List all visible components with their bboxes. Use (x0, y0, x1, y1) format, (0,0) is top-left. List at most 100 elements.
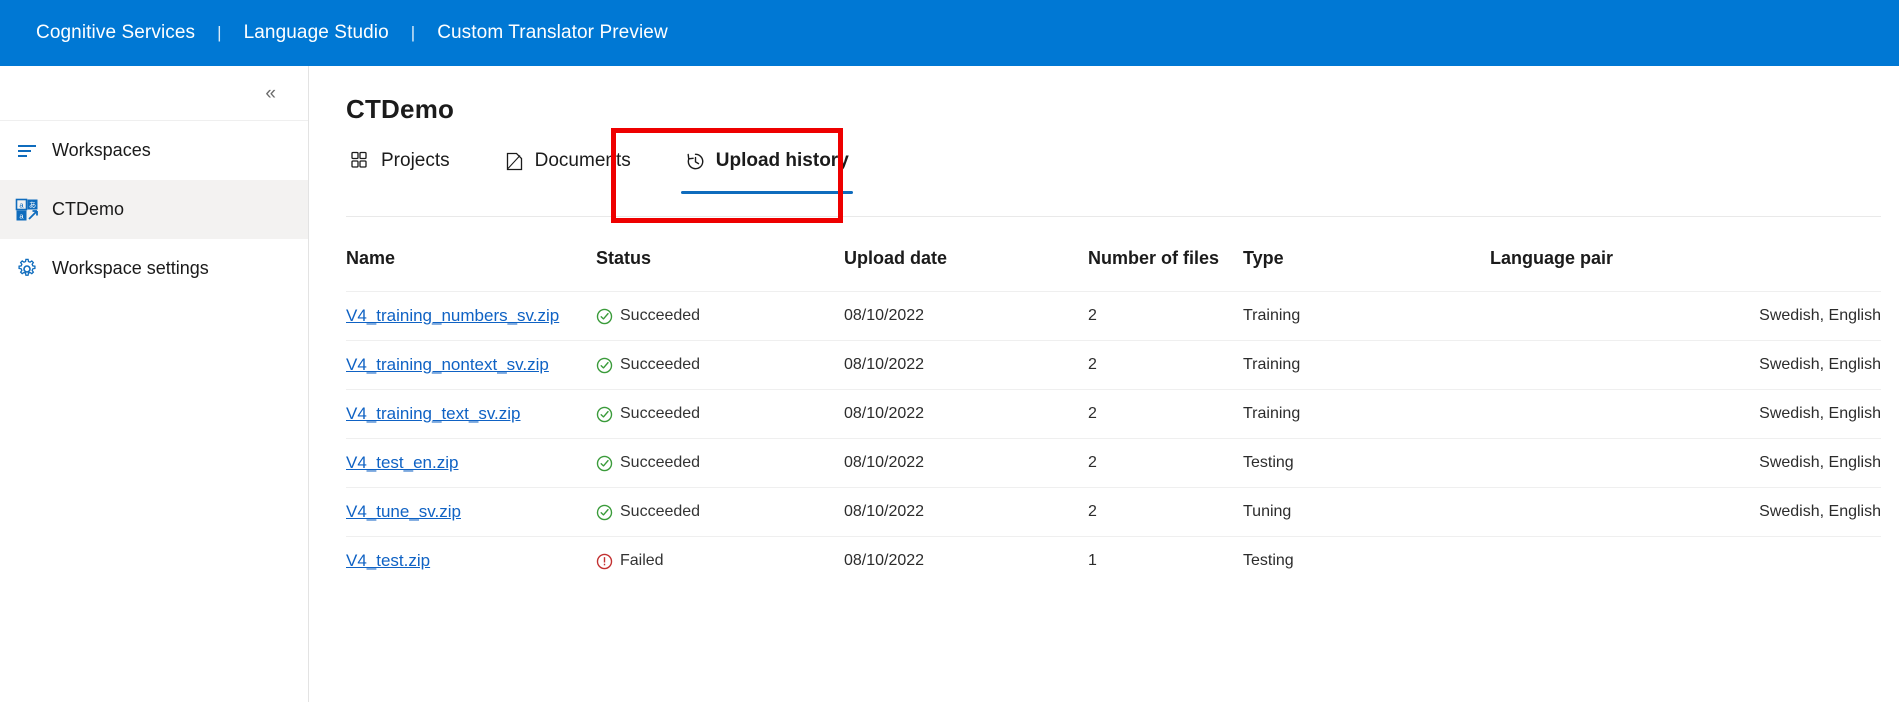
sidebar-item-workspaces[interactable]: Workspaces (0, 121, 308, 180)
cell-type: Training (1243, 340, 1490, 390)
status-label: Succeeded (620, 356, 701, 373)
success-check-icon (596, 504, 613, 520)
sidebar-item-label: CTDemo (52, 199, 125, 219)
cell-number-of-files: 2 (1088, 487, 1243, 537)
success-check-icon (596, 455, 613, 471)
file-name-link[interactable]: V4_training_numbers_sv.zip (346, 306, 559, 325)
file-name-link[interactable]: V4_test.zip (346, 551, 430, 570)
sidebar: « Workspaces a あ a CTDemo Workspace sett… (0, 66, 309, 702)
sidebar-item-ctdemo[interactable]: a あ a CTDemo (0, 180, 308, 239)
page-title: CTDemo (346, 94, 455, 124)
tab-bar: Projects Documents Upload history (344, 141, 897, 201)
error-exclamation-icon (596, 553, 613, 569)
cell-upload-date: 08/10/2022 (844, 438, 1088, 488)
breadcrumb-custom-translator-preview[interactable]: Custom Translator Preview (437, 22, 668, 44)
cell-upload-date: 08/10/2022 (844, 291, 1088, 341)
status-label: Succeeded (620, 405, 701, 422)
table-header-row: Name Status Upload date Number of files … (346, 248, 1881, 292)
cell-type: Tuning (1243, 487, 1490, 537)
cell-number-of-files: 1 (1088, 536, 1243, 585)
table-row: V4_training_nontext_sv.zip Succeeded 08/10… (346, 340, 1881, 390)
cell-language-pair: Swedish, English (1490, 340, 1881, 390)
tab-upload-history[interactable]: Upload history (679, 141, 855, 194)
cell-status: Succeeded (596, 438, 844, 488)
status-label: Succeeded (620, 454, 701, 471)
table-row: V4_test.zip Failed 08/10/2022 1 Testing (346, 536, 1881, 585)
cell-status: Succeeded (596, 340, 844, 390)
cell-status: Succeeded (596, 389, 844, 439)
cell-upload-date: 08/10/2022 (844, 487, 1088, 537)
success-check-icon (596, 406, 613, 422)
tab-label: Documents (534, 150, 631, 171)
column-header-number-of-files[interactable]: Number of files (1088, 248, 1243, 292)
cell-type: Testing (1243, 536, 1490, 585)
cell-type: Testing (1243, 438, 1490, 488)
cell-language-pair: Swedish, English (1490, 389, 1881, 439)
cell-upload-date: 08/10/2022 (844, 536, 1088, 585)
table-row: V4_test_en.zip Succeeded 08/10/2022 2 Testin… (346, 438, 1881, 488)
status-label: Succeeded (620, 307, 701, 324)
cell-status: Succeeded (596, 291, 844, 341)
status-label: Failed (620, 552, 664, 569)
documents-icon (504, 150, 526, 172)
cell-language-pair: Swedish, English (1490, 487, 1881, 537)
breadcrumb-cognitive-services[interactable]: Cognitive Services (36, 22, 195, 44)
history-clock-icon (685, 150, 707, 172)
cell-status: Failed (596, 536, 844, 585)
cell-name: V4_training_numbers_sv.zip (346, 291, 596, 341)
file-name-link[interactable]: V4_training_nontext_sv.zip (346, 355, 549, 374)
projects-icon (350, 150, 372, 172)
cell-type: Training (1243, 389, 1490, 439)
cell-name: V4_tune_sv.zip (346, 487, 596, 537)
cell-number-of-files: 2 (1088, 340, 1243, 390)
file-name-link[interactable]: V4_training_text_sv.zip (346, 404, 521, 423)
breadcrumb-language-studio[interactable]: Language Studio (244, 22, 389, 44)
file-name-link[interactable]: V4_test_en.zip (346, 453, 458, 472)
sidebar-item-label: Workspace settings (52, 258, 209, 278)
cell-language-pair (1490, 536, 1881, 585)
translate-icon: a あ a (14, 197, 40, 223)
cell-number-of-files: 2 (1088, 291, 1243, 341)
cell-name: V4_training_text_sv.zip (346, 389, 596, 439)
cell-name: V4_test.zip (346, 536, 596, 585)
svg-text:あ: あ (29, 200, 37, 209)
upload-history-table: Name Status Upload date Number of files … (346, 248, 1881, 585)
cell-number-of-files: 2 (1088, 389, 1243, 439)
cell-type: Training (1243, 291, 1490, 341)
cell-number-of-files: 2 (1088, 438, 1243, 488)
sidebar-item-label: Workspaces (52, 140, 151, 160)
chevron-double-left-icon[interactable]: « (265, 84, 276, 103)
tab-label: Projects (381, 150, 450, 171)
file-name-link[interactable]: V4_tune_sv.zip (346, 502, 461, 521)
status-label: Succeeded (620, 503, 701, 520)
cell-status: Succeeded (596, 487, 844, 537)
cell-upload-date: 08/10/2022 (844, 340, 1088, 390)
table-row: V4_training_text_sv.zip Succeeded 08/10/20… (346, 389, 1881, 439)
success-check-icon (596, 308, 613, 324)
column-header-name[interactable]: Name (346, 248, 596, 292)
column-header-status[interactable]: Status (596, 248, 844, 292)
table-body: V4_training_numbers_sv.zip Succeeded 08/10… (346, 291, 1881, 585)
cell-name: V4_training_nontext_sv.zip (346, 340, 596, 390)
cell-language-pair: Swedish, English (1490, 291, 1881, 341)
table-divider (346, 216, 1881, 217)
global-header: Cognitive Services | Language Studio | C… (0, 0, 1899, 66)
sidebar-collapse-row: « (0, 66, 308, 121)
cell-language-pair: Swedish, English (1490, 438, 1881, 488)
breadcrumb-separator: | (410, 23, 416, 42)
tab-label: Upload history (715, 150, 849, 171)
list-icon (14, 138, 40, 164)
svg-text:a: a (19, 200, 24, 209)
column-header-type[interactable]: Type (1243, 248, 1490, 292)
column-header-language-pair[interactable]: Language pair (1490, 248, 1881, 292)
table-row: V4_tune_sv.zip Succeeded 08/10/2022 2 Tuning… (346, 487, 1881, 537)
tab-projects[interactable]: Projects (344, 141, 456, 181)
column-header-upload-date[interactable]: Upload date (844, 248, 1088, 292)
main-content: CTDemo Projects Documents Upload history… (310, 66, 1899, 702)
gear-icon (14, 256, 40, 282)
sidebar-item-workspace-settings[interactable]: Workspace settings (0, 239, 308, 298)
cell-upload-date: 08/10/2022 (844, 389, 1088, 439)
success-check-icon (596, 357, 613, 373)
tab-documents[interactable]: Documents (498, 141, 637, 181)
table-row: V4_training_numbers_sv.zip Succeeded 08/10… (346, 291, 1881, 341)
